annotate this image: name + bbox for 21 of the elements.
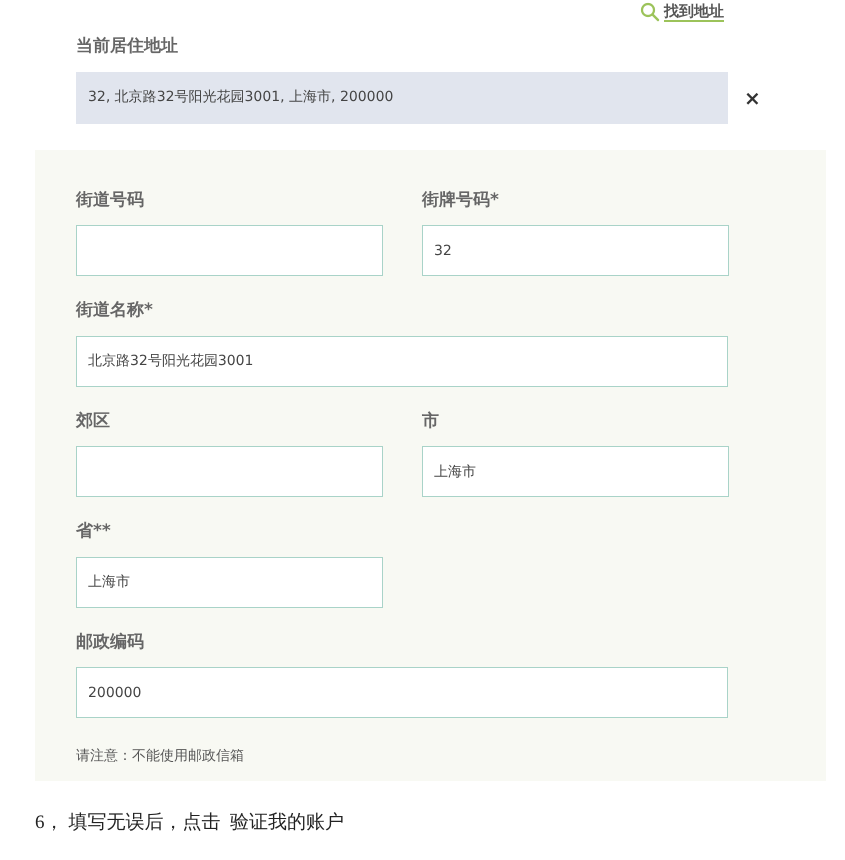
field-label: 邮政编码 <box>76 630 145 654</box>
field-label: 街道名称* <box>76 299 154 322</box>
instruction-text: 6， 填写无误后，点击 验证我的账户 <box>35 811 345 835</box>
input-field[interactable]: 上海市 <box>422 446 729 497</box>
input-field[interactable]: 北京路32号阳光花园3001 <box>76 336 728 386</box>
field-label: 郊区 <box>76 410 111 432</box>
address-display: 32, 北京路32号阳光花园3001, 上海市, 200000 <box>76 72 728 124</box>
input-field[interactable] <box>76 446 383 497</box>
input-field[interactable]: 32 <box>422 225 729 276</box>
field-label: 当前居住地址 <box>76 35 179 58</box>
note-text: 请注意：不能使用邮政信箱 <box>76 747 245 766</box>
input-field[interactable]: 上海市 <box>76 556 383 608</box>
search-icon <box>640 2 660 22</box>
input-field[interactable] <box>76 225 383 276</box>
field-label: 街道号码 <box>76 188 145 212</box>
input-field[interactable]: 200000 <box>76 667 728 718</box>
field-label: 市 <box>422 410 440 432</box>
clear-button[interactable]: × <box>740 88 765 108</box>
field-label: 省** <box>76 520 112 543</box>
find-address-link[interactable]: 找到地址 <box>664 2 724 22</box>
field-label: 街牌号码* <box>422 188 500 212</box>
